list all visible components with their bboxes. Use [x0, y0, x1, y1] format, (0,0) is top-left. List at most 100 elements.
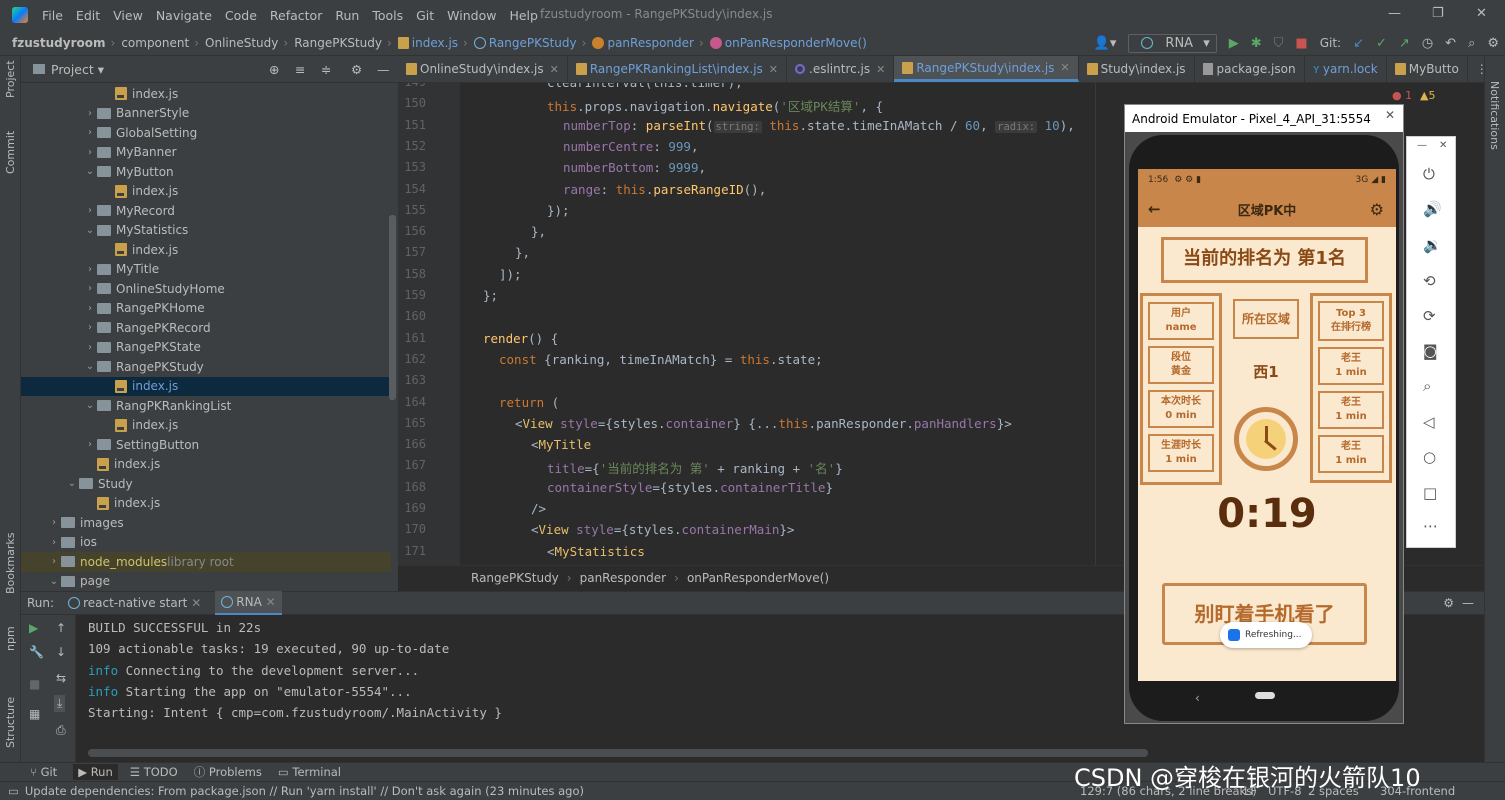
code-line[interactable]: });	[547, 203, 570, 218]
editor-crumb-field[interactable]: panResponder	[580, 571, 667, 585]
zoom-icon[interactable]: ⌕	[1423, 377, 1431, 395]
code-line[interactable]: };	[483, 288, 498, 303]
menu-view[interactable]: View	[113, 8, 143, 23]
expand-arrow-icon[interactable]: ›	[83, 342, 97, 353]
menu-window[interactable]: Window	[447, 8, 496, 23]
collapse-all-icon[interactable]: ≑	[321, 62, 331, 77]
code-line[interactable]: clearInterval(this.timer);	[547, 83, 743, 90]
hide-icon[interactable]: —	[377, 62, 390, 77]
tree-file[interactable]: index.js	[21, 84, 391, 104]
expand-arrow-icon[interactable]: ⌄	[47, 576, 61, 587]
gear-icon[interactable]: ⚙	[351, 62, 362, 77]
expand-arrow-icon[interactable]: ›	[83, 283, 97, 294]
crumb-class[interactable]: RangePKStudy	[473, 36, 577, 50]
stop-run-icon[interactable]: ■	[29, 677, 40, 691]
power-icon[interactable]: ⏻	[1423, 165, 1435, 183]
code-line[interactable]: <MyTitle	[531, 437, 591, 452]
npm-tool-button[interactable]: npm	[4, 626, 17, 651]
project-scrollbar[interactable]	[389, 215, 396, 400]
menu-tools[interactable]: Tools	[372, 8, 403, 23]
tree-folder[interactable]: ⌄ MyStatistics	[21, 221, 391, 241]
menu-run[interactable]: Run	[335, 8, 359, 23]
expand-arrow-icon[interactable]: ›	[83, 108, 97, 119]
nav-home-pill[interactable]	[1255, 692, 1275, 699]
tree-file[interactable]: index.js	[21, 376, 391, 396]
expand-arrow-icon[interactable]: ⌄	[83, 400, 97, 411]
tab-mybutton[interactable]: MyButto	[1387, 56, 1468, 82]
code-line[interactable]: />	[531, 501, 546, 516]
git-commit-icon[interactable]: ✓	[1376, 36, 1387, 51]
warning-count[interactable]: ▲5	[1420, 89, 1435, 102]
console-hscrollbar[interactable]	[88, 749, 1148, 757]
tree-folder[interactable]: ⌄ Study	[21, 474, 391, 494]
wrench-icon[interactable]: 🔧	[29, 645, 44, 659]
git-push-icon[interactable]: ↗	[1399, 36, 1410, 51]
crumb-component[interactable]: component	[121, 36, 189, 50]
expand-arrow-icon[interactable]: ›	[83, 322, 97, 333]
status-message[interactable]: Update dependencies: From package.json /…	[25, 784, 584, 798]
code-line[interactable]: return (	[499, 395, 559, 410]
locate-icon[interactable]: ⊕	[269, 62, 279, 77]
tree-folder[interactable]: ⌄ MyButton	[21, 162, 391, 182]
expand-arrow-icon[interactable]: ›	[83, 205, 97, 216]
menu-refactor[interactable]: Refactor	[270, 8, 322, 23]
tab-study[interactable]: Study\index.js	[1079, 56, 1195, 82]
close-icon[interactable]: ✕	[1476, 6, 1487, 21]
git-update-icon[interactable]: ↙	[1353, 36, 1364, 51]
code-line[interactable]: },	[515, 245, 530, 260]
menu-git[interactable]: Git	[416, 8, 434, 23]
code-line[interactable]: numberBottom: 9999,	[563, 160, 706, 175]
run-settings-icon[interactable]: ⚙	[1443, 596, 1454, 610]
project-tool-button[interactable]: Project	[4, 60, 17, 98]
code-line[interactable]: ]);	[499, 267, 522, 282]
crumb-project[interactable]: fzustudyroom	[12, 36, 106, 50]
expand-arrow-icon[interactable]: ›	[47, 517, 61, 528]
back-icon[interactable]: ◁	[1423, 413, 1435, 431]
run-tab-rna[interactable]: RNA ✕	[215, 590, 282, 616]
soft-wrap-icon[interactable]: ⇆	[56, 671, 66, 685]
expand-arrow-icon[interactable]: ›	[83, 147, 97, 158]
settings-icon[interactable]: ⚙	[1487, 36, 1499, 51]
emulator-close-icon[interactable]: ✕	[1385, 108, 1395, 122]
menu-edit[interactable]: Edit	[76, 8, 100, 23]
crumb-field[interactable]: panResponder	[592, 36, 694, 50]
code-line[interactable]: this.props.navigation.navigate('区域PK结算',…	[547, 96, 883, 115]
tree-folder[interactable]: › BannerStyle	[21, 104, 391, 124]
menu-code[interactable]: Code	[225, 8, 257, 23]
phone-screen[interactable]: 1:56 ⚙ ⚙ ▮ 3G ◢ ▮ ← 区域PK中 ⚙ 当前的排名为 第1名 用…	[1138, 169, 1396, 681]
problems-tool-button[interactable]: ⓘ Problems	[194, 764, 262, 780]
minimize-icon[interactable]: —	[1388, 6, 1401, 21]
tree-folder[interactable]: › RangePKHome	[21, 299, 391, 319]
run-tool-button[interactable]: ▶ Run	[73, 764, 118, 780]
rotate-right-icon[interactable]: ⟳	[1423, 307, 1436, 325]
maximize-icon[interactable]: ❐	[1432, 6, 1444, 21]
tree-folder[interactable]: ⌄ RangPKRankingList	[21, 396, 391, 416]
run-tab-metro[interactable]: react-native start ✕	[68, 596, 201, 610]
code-line[interactable]: const {ranking, timeInAMatch} = this.sta…	[499, 352, 823, 367]
run-icon[interactable]: ▶	[1229, 36, 1239, 51]
camera-icon[interactable]: ◙	[1423, 342, 1438, 360]
print-icon[interactable]: ⎙	[56, 723, 66, 738]
tab-rankinglist[interactable]: RangePKRankingList\index.js ✕	[568, 56, 788, 82]
tab-eslintrc[interactable]: .eslintrc.js ✕	[787, 56, 895, 82]
tab-package-json[interactable]: package.json	[1195, 56, 1305, 82]
expand-arrow-icon[interactable]: ›	[83, 303, 97, 314]
volume-up-icon[interactable]: 🔊	[1423, 200, 1442, 218]
menu-help[interactable]: Help	[509, 8, 538, 23]
tree-file[interactable]: index.js	[21, 182, 391, 202]
back-arrow-icon[interactable]: ←	[1148, 200, 1161, 218]
expand-arrow-icon[interactable]: ⌄	[83, 166, 97, 177]
code-line[interactable]: <MyStatistics	[547, 544, 645, 559]
tree-folder[interactable]: › MyBanner	[21, 143, 391, 163]
expand-arrow-icon[interactable]: ›	[47, 556, 61, 567]
run-config-select[interactable]: RNA ▾	[1128, 33, 1217, 53]
tree-folder[interactable]: › GlobalSetting	[21, 123, 391, 143]
crumb-onlinestudy[interactable]: OnlineStudy	[205, 36, 278, 50]
run-hide-icon[interactable]: —	[1462, 596, 1474, 610]
side-close-icon[interactable]: ✕	[1439, 140, 1447, 151]
scroll-up-icon[interactable]: ↑	[56, 621, 66, 635]
expand-arrow-icon[interactable]: ⌄	[83, 225, 97, 236]
debug-icon[interactable]: ✱	[1251, 36, 1262, 51]
expand-arrow-icon[interactable]: ›	[83, 127, 97, 138]
rerun-icon[interactable]: ▶	[29, 621, 38, 635]
